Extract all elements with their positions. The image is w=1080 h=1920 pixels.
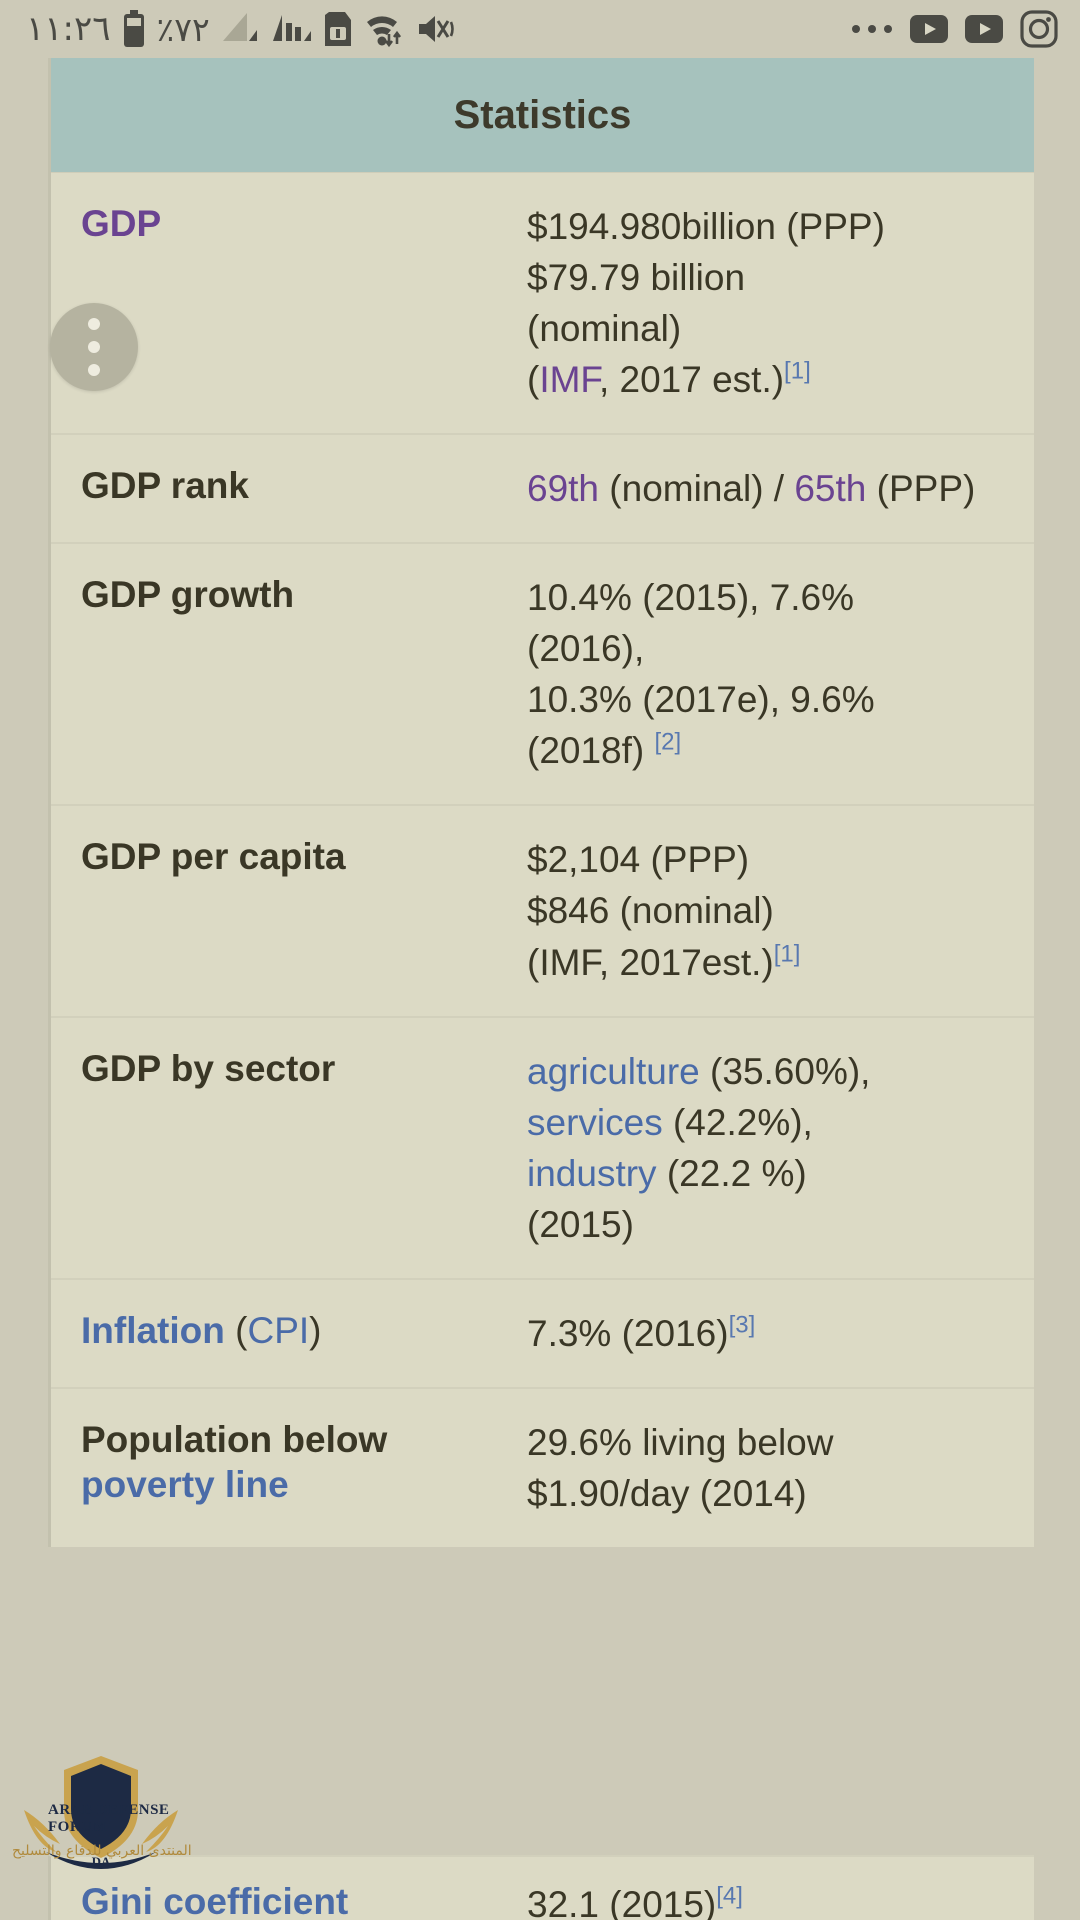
sector-year: (2015) xyxy=(527,1203,634,1245)
reference-2[interactable]: [2] xyxy=(655,729,682,756)
row-label-gini: Gini coefficient xyxy=(51,1857,521,1920)
agriculture-link[interactable]: agriculture xyxy=(527,1051,700,1092)
signal-bars-2-icon xyxy=(272,11,312,47)
more-dots-icon xyxy=(851,23,893,35)
poverty-line-link[interactable]: poverty line xyxy=(81,1464,289,1505)
poverty-line-1: 29.6% living below xyxy=(527,1421,834,1463)
status-bar: ١١:٢٦ ٪٧٢ xyxy=(0,0,1080,58)
gdp-growth-line-4: (2018f) xyxy=(527,730,645,772)
battery-icon xyxy=(122,10,146,48)
gdp-source-open: ( xyxy=(527,359,540,401)
industry-link[interactable]: industry xyxy=(527,1153,657,1194)
gdp-source-rest: , 2017 est.) xyxy=(598,359,785,401)
clock-time: ١١:٢٦ xyxy=(26,9,111,49)
status-bar-right xyxy=(851,10,1080,48)
table-row: GDP per capita $2,104 (PPP) $846 (nomina… xyxy=(51,806,1034,1018)
gdp-ppp-value: $194.980billion (PPP) xyxy=(527,206,885,247)
youtube-icon-2 xyxy=(965,15,1003,43)
infobox-table: Statistics GDP $194.980billion (PPP) $79… xyxy=(48,58,1034,1547)
overflow-menu-button[interactable] xyxy=(50,303,138,391)
poverty-line-2: $1.90/day (2014) xyxy=(527,1472,807,1514)
reference-1[interactable]: [1] xyxy=(784,358,811,385)
inflation-link[interactable]: Inflation xyxy=(81,1310,225,1351)
article-page: Statistics GDP $194.980billion (PPP) $79… xyxy=(0,58,1080,1920)
gdp-rank-nominal-text: (nominal) / xyxy=(599,468,795,510)
inflation-value: 7.3% (2016) xyxy=(527,1312,729,1354)
table-row: Inflation (CPI) 7.3% (2016)[3] xyxy=(51,1279,1034,1389)
gdp-nominal-value: $79.79 billion xyxy=(527,257,746,299)
row-value-gdp-by-sector: agriculture (35.60%), services (42.2%), … xyxy=(521,1018,1034,1278)
gdp-growth-line-2: (2016), xyxy=(527,628,645,670)
poverty-label-line1: Population below xyxy=(81,1418,388,1460)
sim-card-icon xyxy=(323,10,353,48)
overflow-dot-1 xyxy=(88,318,100,330)
agriculture-pct: (35.60%), xyxy=(710,1050,871,1092)
table-row: GDP growth 10.4% (2015), 7.6% (2016), 10… xyxy=(51,544,1034,807)
industry-pct: (22.2 %) xyxy=(666,1152,807,1194)
table-row: GDP by sector agriculture (35.60%), serv… xyxy=(51,1017,1034,1280)
gdp-growth-line-3: 10.3% (2017e), 9.6% xyxy=(527,679,875,721)
table-row: GDP rank 69th (nominal) / 65th (PPP) xyxy=(51,435,1034,545)
row-label-gdp-rank: GDP rank xyxy=(81,465,249,507)
mute-vibrate-icon xyxy=(417,11,457,47)
row-value-gdp-rank: 69th (nominal) / 65th (PPP) xyxy=(521,435,1034,542)
watermark-title: ARAB DEFENSE FORUM xyxy=(48,1802,170,1835)
row-label-gdp-growth: GDP growth xyxy=(81,574,295,616)
reference-3[interactable]: [3] xyxy=(729,1311,756,1338)
table-row: Population below poverty line 29.6% livi… xyxy=(51,1388,1034,1547)
infobox-title: Statistics xyxy=(453,92,632,137)
row-value-poverty: 29.6% living below $1.90/day (2014) xyxy=(521,1389,1034,1547)
reference-4[interactable]: [4] xyxy=(716,1883,743,1910)
row-label-gdp-per-capita: GDP per capita xyxy=(81,836,346,878)
row-label-poverty: Population below poverty line xyxy=(51,1389,521,1547)
gdp-link[interactable]: GDP xyxy=(81,203,161,244)
battery-percent: ٪٧٢ xyxy=(156,9,210,49)
overflow-dot-2 xyxy=(88,341,100,353)
gdp-pc-source: (IMF, 2017est.) xyxy=(527,941,774,983)
table-row-partial: Gini coefficient 32.1 (2015)[4] xyxy=(48,1855,1034,1920)
row-value-gdp-per-capita: $2,104 (PPP) $846 (nominal) (IMF, 2017es… xyxy=(521,806,1034,1015)
gdp-pc-ppp: $2,104 (PPP) xyxy=(527,839,750,881)
youtube-icon xyxy=(910,15,948,43)
services-pct: (42.2%), xyxy=(672,1101,813,1143)
gini-coefficient-link[interactable]: Gini coefficient xyxy=(81,1881,348,1920)
imf-link[interactable]: IMF xyxy=(539,359,599,400)
signal-bars-icon xyxy=(221,11,261,47)
gdp-nominal-label: (nominal) xyxy=(527,308,682,350)
gdp-growth-line-1: 10.4% (2015), 7.6% xyxy=(527,577,855,619)
gdp-pc-nominal: $846 (nominal) xyxy=(527,890,774,932)
table-row: GDP $194.980billion (PPP) $79.79 billion… xyxy=(51,173,1034,436)
gdp-rank-nominal-link[interactable]: 69th xyxy=(527,468,599,509)
infobox-header: Statistics xyxy=(51,58,1034,173)
row-value-inflation: 7.3% (2016)[3] xyxy=(521,1280,1034,1387)
reference-1b[interactable]: [1] xyxy=(774,940,801,967)
row-value-gdp: $194.980billion (PPP) $79.79 billion (no… xyxy=(521,173,1034,433)
row-value-gini: 32.1 (2015)[4] xyxy=(521,1857,1034,1920)
gini-value: 32.1 (2015) xyxy=(527,1884,717,1920)
row-label-gdp: GDP xyxy=(51,173,521,433)
gdp-rank-ppp-link[interactable]: 65th xyxy=(794,468,866,509)
instagram-icon xyxy=(1020,10,1058,48)
wifi-icon xyxy=(364,10,406,48)
gdp-rank-ppp-text: (PPP) xyxy=(866,468,976,510)
cpi-wrapper: (CPI) xyxy=(235,1309,322,1351)
status-bar-left: ١١:٢٦ ٪٧٢ xyxy=(0,10,457,48)
overflow-dot-3 xyxy=(88,364,100,376)
cpi-link[interactable]: CPI xyxy=(247,1310,309,1351)
row-label-inflation: Inflation (CPI) xyxy=(51,1280,521,1387)
row-label-gdp-by-sector: GDP by sector xyxy=(81,1047,336,1089)
row-value-gdp-growth: 10.4% (2015), 7.6% (2016), 10.3% (2017e)… xyxy=(521,544,1034,804)
services-link[interactable]: services xyxy=(527,1102,663,1143)
